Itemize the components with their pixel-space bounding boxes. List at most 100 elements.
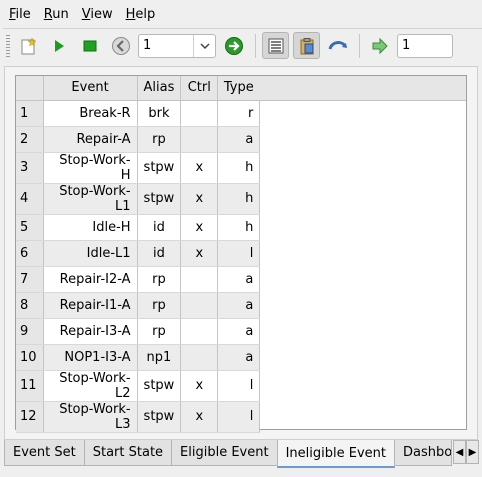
type-cell[interactable]: h <box>217 214 261 241</box>
ctrl-cell[interactable] <box>180 126 219 153</box>
table-row[interactable]: 7 Repair-I2-A rp a <box>16 266 261 293</box>
ctrl-cell[interactable] <box>180 344 219 371</box>
alias-cell[interactable]: stpw <box>137 370 182 402</box>
ctrl-cell[interactable] <box>180 318 219 345</box>
column-header-ctrl[interactable]: Ctrl <box>180 76 219 101</box>
alias-cell[interactable]: id <box>137 240 182 267</box>
chevron-down-icon[interactable] <box>193 34 215 57</box>
column-header-alias[interactable]: Alias <box>137 76 182 101</box>
table-header-row: Event Alias Ctrl Type <box>16 76 261 101</box>
type-cell[interactable]: h <box>217 183 261 215</box>
event-cell[interactable]: Repair-I1-A <box>43 292 138 319</box>
tab-scroll-controls: ◀ ▶ <box>453 440 479 464</box>
table-row[interactable]: 3 Stop-Work-H stpw x h <box>16 152 261 184</box>
alias-cell[interactable]: stpw <box>137 183 182 215</box>
ctrl-cell[interactable]: x <box>180 214 219 241</box>
menu-run[interactable]: Run <box>39 7 74 22</box>
ctrl-cell[interactable]: x <box>180 401 219 433</box>
toolbar-grip[interactable] <box>6 34 10 57</box>
event-cell[interactable]: Stop-Work-L1 <box>43 183 138 215</box>
forward-arrow-icon <box>372 37 388 54</box>
ctrl-cell[interactable]: x <box>180 183 219 215</box>
alias-cell[interactable]: stpw <box>137 401 182 433</box>
ctrl-cell[interactable]: x <box>180 152 219 184</box>
tab-ineligible-event[interactable]: Ineligible Event <box>276 440 395 468</box>
ctrl-cell[interactable]: x <box>180 370 219 402</box>
column-header-type[interactable]: Type <box>217 76 261 101</box>
type-cell[interactable]: l <box>217 240 261 267</box>
table-row[interactable]: 5 Idle-H id x h <box>16 214 261 241</box>
column-header-rownum[interactable] <box>16 76 44 101</box>
event-cell[interactable]: Repair-A <box>43 126 138 153</box>
view-tabs: Event Set Start State Eligible Event Ine… <box>4 440 482 468</box>
tab-dashboard[interactable]: Dashboard <box>394 440 452 466</box>
table-row[interactable]: 10 NOP1-I3-A np1 a <box>16 344 261 371</box>
ctrl-cell[interactable]: x <box>180 240 219 267</box>
go-button[interactable] <box>220 32 247 59</box>
alias-cell[interactable]: rp <box>137 318 182 345</box>
event-cell[interactable]: Repair-I3-A <box>43 318 138 345</box>
event-cell[interactable]: Repair-I2-A <box>43 266 138 293</box>
back-button[interactable] <box>107 32 134 59</box>
event-cell[interactable]: Idle-H <box>43 214 138 241</box>
table-row[interactable]: 6 Idle-L1 id x l <box>16 240 261 267</box>
tab-start-state[interactable]: Start State <box>83 440 173 466</box>
event-cell[interactable]: Stop-Work-L2 <box>43 370 138 402</box>
event-table: Event Alias Ctrl Type 1 Break-R brk r 2 … <box>16 76 261 433</box>
type-cell[interactable]: r <box>217 100 261 127</box>
forward-button[interactable] <box>366 32 393 59</box>
event-cell[interactable]: Stop-Work-L3 <box>43 401 138 433</box>
type-cell[interactable]: l <box>217 401 261 433</box>
tab-scroll-right-icon[interactable]: ▶ <box>466 440 479 464</box>
type-cell[interactable]: a <box>217 292 261 319</box>
type-cell[interactable]: a <box>217 266 261 293</box>
alias-cell[interactable]: rp <box>137 266 182 293</box>
alias-cell[interactable]: brk <box>137 100 182 127</box>
type-cell[interactable]: l <box>217 370 261 402</box>
table-row[interactable]: 8 Repair-I1-A rp a <box>16 292 261 319</box>
clipboard-button[interactable] <box>293 32 320 59</box>
event-cell[interactable]: Idle-L1 <box>43 240 138 267</box>
event-cell[interactable]: Break-R <box>43 100 138 127</box>
alias-cell[interactable]: stpw <box>137 152 182 184</box>
table-row[interactable]: 4 Stop-Work-L1 stpw x h <box>16 183 261 215</box>
table-row[interactable]: 2 Repair-A rp a <box>16 126 261 153</box>
menu-help-label: elp <box>135 6 156 22</box>
type-cell[interactable]: h <box>217 152 261 184</box>
list-view-button[interactable] <box>262 32 289 59</box>
alias-cell[interactable]: id <box>137 214 182 241</box>
row-number: 11 <box>16 370 44 402</box>
ctrl-cell[interactable] <box>180 292 219 319</box>
redo-button[interactable] <box>324 32 351 59</box>
event-table-viewport[interactable]: Event Alias Ctrl Type 1 Break-R brk r 2 … <box>15 75 467 433</box>
table-row[interactable]: 11 Stop-Work-L2 stpw x l <box>16 370 261 402</box>
event-cell[interactable]: NOP1-I3-A <box>43 344 138 371</box>
ctrl-cell[interactable] <box>180 266 219 293</box>
play-button[interactable] <box>45 32 72 59</box>
alias-cell[interactable]: np1 <box>137 344 182 371</box>
alias-cell[interactable]: rp <box>137 126 182 153</box>
menu-help[interactable]: Help <box>121 7 161 22</box>
menu-view[interactable]: View <box>77 7 118 22</box>
menu-run-mnemonic: R <box>43 6 53 22</box>
new-button[interactable] <box>14 32 41 59</box>
type-cell[interactable]: a <box>217 344 261 371</box>
ctrl-cell[interactable] <box>180 100 219 127</box>
column-header-event[interactable]: Event <box>43 76 138 101</box>
tab-eligible-event[interactable]: Eligible Event <box>171 440 278 466</box>
step-spinner[interactable]: 1 <box>138 33 216 58</box>
menu-file[interactable]: File <box>4 7 36 22</box>
row-number: 3 <box>16 152 44 184</box>
table-row[interactable]: 9 Repair-I3-A rp a <box>16 318 261 345</box>
event-cell[interactable]: Stop-Work-H <box>43 152 138 184</box>
type-cell[interactable]: a <box>217 126 261 153</box>
stop-button[interactable] <box>76 32 103 59</box>
table-row[interactable]: 12 Stop-Work-L3 stpw x l <box>16 401 261 433</box>
table-row[interactable]: 1 Break-R brk r <box>16 100 261 127</box>
step-spinner-value: 1 <box>143 38 152 53</box>
type-cell[interactable]: a <box>217 318 261 345</box>
alias-cell[interactable]: rp <box>137 292 182 319</box>
step-spinner-2[interactable]: 1 <box>397 33 453 58</box>
tab-scroll-left-icon[interactable]: ◀ <box>453 440 466 464</box>
tab-event-set[interactable]: Event Set <box>4 440 85 466</box>
